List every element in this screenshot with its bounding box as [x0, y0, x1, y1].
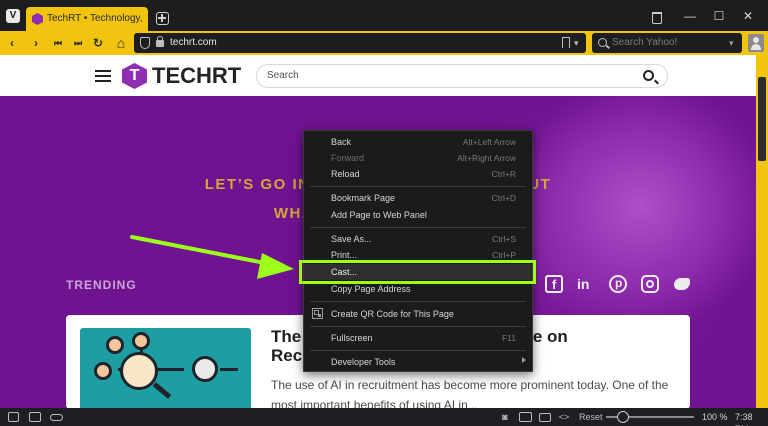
thumbnail-person-icon	[94, 362, 112, 380]
clock: 7:38 PM	[735, 412, 753, 426]
zoom-reset-button[interactable]: Reset	[579, 411, 603, 423]
menu-item-shortcut: F11	[501, 333, 516, 343]
tab-techrt[interactable]: TechRT • Technology, Real	[26, 7, 148, 31]
menu-item-label: Forward	[331, 153, 365, 163]
thumbnail-person-icon	[132, 332, 150, 350]
menu-item-back[interactable]: Back Alt+Left Arrow	[304, 134, 532, 150]
facebook-icon[interactable]	[545, 275, 563, 293]
zoom-level: 100 %	[702, 412, 728, 422]
page-actions-icon[interactable]: <>	[558, 412, 570, 422]
site-header: TECHRT	[0, 55, 756, 96]
tab-tiling-icon[interactable]	[29, 412, 41, 422]
closed-tabs-trash-icon[interactable]	[652, 12, 662, 24]
article-excerpt: The use of AI in recruitment has become …	[271, 378, 669, 408]
status-bar: ◙ <> Reset 100 % 7:38 PM	[0, 408, 768, 426]
search-icon	[598, 38, 607, 47]
rewind-button[interactable]: ⏮	[50, 35, 66, 51]
menu-item-label: Bookmark Page	[331, 193, 396, 203]
new-tab-icon[interactable]	[156, 12, 169, 25]
tiling-icon[interactable]	[519, 412, 532, 422]
bookmark-icon[interactable]	[562, 37, 570, 48]
menu-separator	[310, 326, 526, 327]
cast-highlight-box	[299, 260, 536, 284]
menu-item-shortcut: Alt+Right Arrow	[457, 153, 516, 163]
menu-item-bookmark-page[interactable]: Bookmark Page Ctrl+D	[304, 190, 532, 206]
home-button[interactable]: ⌂	[113, 35, 129, 51]
forward-button[interactable]: ›	[28, 35, 44, 51]
menu-item-label: Add Page to Web Panel	[331, 210, 427, 220]
menu-item-shortcut: Ctrl+S	[492, 234, 516, 244]
menu-item-label: Reload	[331, 169, 360, 179]
menu-separator	[310, 186, 526, 187]
thumbnail-circuit-line	[220, 368, 238, 371]
close-button[interactable]: ✕	[739, 8, 757, 24]
menu-separator	[310, 350, 526, 351]
menu-item-label: Fullscreen	[331, 333, 373, 343]
menu-item-create-qr-code[interactable]: Create QR Code for This Page	[304, 306, 532, 322]
thumbnail-magnifier-handle	[152, 382, 172, 399]
reload-button[interactable]: ↻	[90, 35, 106, 51]
menu-item-reload[interactable]: Reload Ctrl+R	[304, 166, 532, 182]
menu-item-label: Create QR Code for This Page	[331, 309, 454, 319]
twitter-icon[interactable]	[673, 275, 691, 293]
menu-item-label: Back	[331, 137, 352, 147]
maximize-button[interactable]: ☐	[710, 8, 728, 24]
page-scrollbar[interactable]	[756, 55, 768, 408]
sync-cloud-icon[interactable]	[50, 414, 63, 421]
url-text[interactable]: techrt.com	[170, 37, 217, 49]
capture-camera-icon[interactable]: ◙	[499, 412, 511, 422]
menu-item-shortcut: Ctrl+D	[491, 193, 516, 203]
tab-favicon-icon	[32, 13, 43, 25]
search-field[interactable]: ▾	[592, 33, 742, 53]
images-icon[interactable]	[539, 413, 551, 422]
url-field[interactable]: techrt.com ▾	[134, 33, 586, 53]
article-title-left[interactable]: The	[271, 327, 301, 346]
site-search[interactable]	[256, 64, 668, 88]
panel-toggle-icon[interactable]	[8, 412, 19, 422]
site-search-icon[interactable]	[643, 70, 654, 81]
menu-item-label: Save As...	[331, 234, 372, 244]
menu-separator	[310, 227, 526, 228]
fast-forward-button[interactable]: ⏭	[70, 35, 86, 51]
trending-label: TRENDING	[66, 278, 137, 292]
menu-item-label: Copy Page Address	[331, 284, 411, 294]
menu-item-save-as[interactable]: Save As... Ctrl+S	[304, 231, 532, 247]
profile-avatar-icon[interactable]	[748, 34, 764, 52]
pinterest-icon[interactable]	[609, 275, 627, 293]
menu-item-label: Developer Tools	[331, 357, 396, 367]
menu-item-forward: Forward Alt+Right Arrow	[304, 150, 532, 166]
techrt-logo-icon[interactable]	[122, 63, 147, 89]
menu-item-shortcut: Alt+Left Arrow	[462, 137, 516, 147]
hamburger-menu-icon[interactable]	[95, 70, 111, 82]
instagram-icon[interactable]	[641, 275, 659, 293]
submenu-arrow-icon	[522, 357, 526, 363]
qr-code-icon	[312, 308, 323, 319]
tab-title: TechRT • Technology, Real	[47, 13, 145, 24]
search-input[interactable]	[612, 33, 722, 53]
linkedin-icon[interactable]	[576, 275, 594, 293]
scrollbar-thumb[interactable]	[758, 77, 766, 161]
site-search-input[interactable]	[267, 65, 627, 87]
context-menu: Back Alt+Left Arrow Forward Alt+Right Ar…	[303, 130, 533, 372]
lock-icon[interactable]	[156, 36, 164, 47]
menu-item-developer-tools[interactable]: Developer Tools	[304, 354, 532, 370]
shield-icon[interactable]	[140, 37, 150, 49]
zoom-slider-thumb[interactable]	[617, 411, 629, 423]
vivaldi-menu-icon[interactable]: V	[6, 9, 20, 23]
minimize-button[interactable]: —	[681, 8, 699, 24]
thumbnail-magnifier-icon	[120, 352, 158, 390]
thumbnail-robot-icon	[192, 356, 218, 382]
address-bar: ‹ › ⏮ ⏭ ↻ ⌂ techrt.com ▾ ▾	[0, 31, 768, 55]
menu-separator	[310, 301, 526, 302]
site-logo-text[interactable]: TECHRT	[152, 64, 241, 88]
title-bar: V TechRT • Technology, Real — ☐ ✕	[0, 0, 768, 31]
back-button[interactable]: ‹	[4, 35, 20, 51]
thumbnail-person-icon	[106, 336, 124, 354]
article-thumbnail[interactable]	[80, 328, 251, 408]
menu-item-fullscreen[interactable]: Fullscreen F11	[304, 330, 532, 346]
menu-item-shortcut: Ctrl+R	[491, 169, 516, 179]
menu-item-add-to-web-panel[interactable]: Add Page to Web Panel	[304, 207, 532, 223]
url-dropdown-icon[interactable]: ▾	[574, 36, 579, 50]
search-engine-dropdown-icon[interactable]: ▾	[729, 36, 734, 50]
